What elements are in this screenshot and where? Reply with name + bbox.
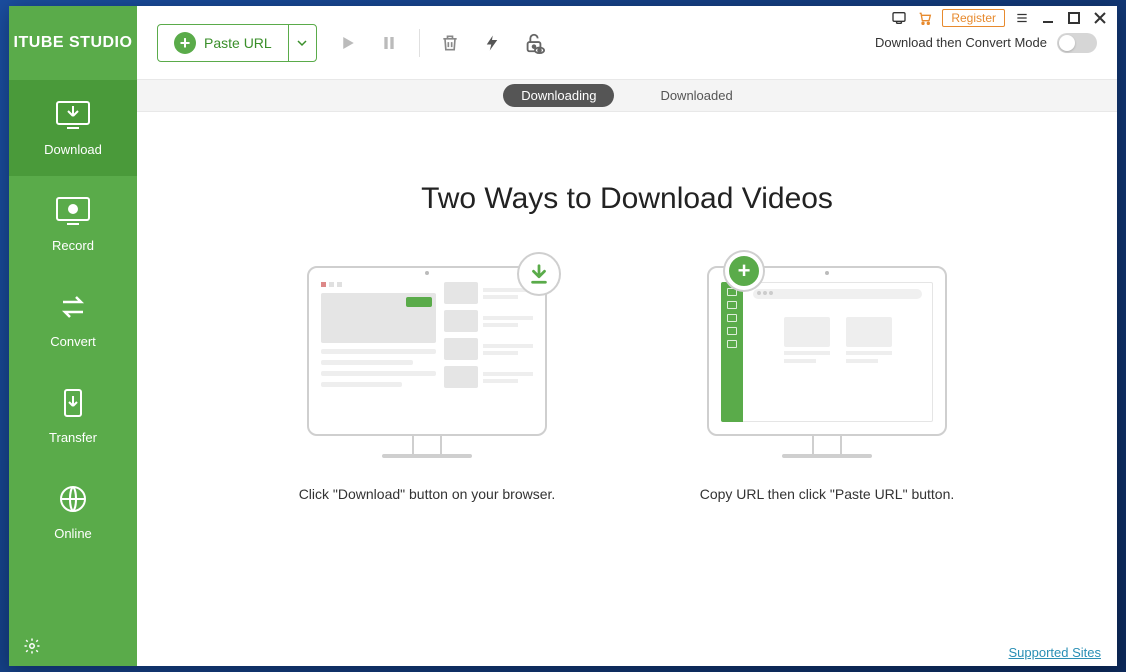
play-button[interactable] — [335, 31, 359, 55]
paste-url-button[interactable]: + Paste URL — [158, 25, 288, 61]
unlock-icon — [523, 32, 545, 54]
footer: Supported Sites — [137, 638, 1117, 666]
register-button[interactable]: Register — [942, 9, 1005, 27]
sidebar-settings[interactable] — [9, 626, 137, 666]
gear-icon — [23, 637, 41, 655]
method-b-text: Copy URL then click "Paste URL" button. — [700, 484, 955, 505]
convert-mode-label: Download then Convert Mode — [875, 35, 1047, 50]
menu-icon[interactable] — [1013, 9, 1031, 27]
sidebar-item-download[interactable]: Download — [9, 80, 137, 176]
tab-downloading[interactable]: Downloading — [503, 84, 614, 107]
method-paste-url: + Copy URL then click "Paste URL" button… — [697, 266, 957, 505]
pause-icon — [381, 34, 397, 52]
convert-mode-toggle[interactable] — [1057, 33, 1097, 53]
supported-sites-link[interactable]: Supported Sites — [1008, 645, 1101, 660]
paste-url-dropdown[interactable] — [288, 25, 316, 61]
sidebar-item-transfer[interactable]: Transfer — [9, 368, 137, 464]
tab-downloaded[interactable]: Downloaded — [642, 84, 750, 107]
content-area: Two Ways to Download Videos — [137, 112, 1117, 638]
headline: Two Ways to Download Videos — [421, 182, 833, 216]
cart-icon[interactable] — [916, 9, 934, 27]
method-browser: Click "Download" button on your browser. — [297, 266, 557, 505]
sidebar-item-record[interactable]: Record — [9, 176, 137, 272]
online-icon — [55, 484, 91, 514]
minimize-button[interactable] — [1039, 9, 1057, 27]
separator — [419, 29, 420, 57]
titlebar: Register — [882, 6, 1117, 30]
illustration-monitor-a — [307, 266, 547, 436]
sidebar-item-label: Online — [54, 526, 92, 541]
plus-badge-icon: + — [725, 252, 763, 290]
sidebar: ITUBE STUDIO Download Record Convert Tra… — [9, 6, 137, 666]
methods-row: Click "Download" button on your browser. — [297, 266, 957, 505]
sidebar-item-label: Download — [44, 142, 102, 157]
privacy-button[interactable] — [522, 31, 546, 55]
sidebar-item-label: Transfer — [49, 430, 97, 445]
paste-url-group: + Paste URL — [157, 24, 317, 62]
sidebar-item-label: Convert — [50, 334, 96, 349]
chevron-down-icon — [297, 38, 307, 48]
record-icon — [55, 196, 91, 226]
tabs: Downloading Downloaded — [137, 80, 1117, 112]
close-button[interactable] — [1091, 9, 1109, 27]
delete-button[interactable] — [438, 31, 462, 55]
app-window: Register ITUBE STUDIO Download Record — [9, 6, 1117, 666]
download-icon — [55, 100, 91, 130]
brand-title: ITUBE STUDIO — [9, 6, 137, 80]
sidebar-item-online[interactable]: Online — [9, 464, 137, 560]
play-icon — [338, 34, 356, 52]
paste-url-label: Paste URL — [204, 35, 272, 51]
sidebar-item-convert[interactable]: Convert — [9, 272, 137, 368]
plus-icon: + — [174, 32, 196, 54]
bolt-icon — [483, 32, 501, 54]
transfer-icon — [55, 388, 91, 418]
trash-icon — [440, 33, 460, 53]
pause-button[interactable] — [377, 31, 401, 55]
sidebar-item-label: Record — [52, 238, 94, 253]
method-a-text: Click "Download" button on your browser. — [299, 484, 556, 505]
maximize-button[interactable] — [1065, 9, 1083, 27]
convert-icon — [55, 292, 91, 322]
feedback-icon[interactable] — [890, 9, 908, 27]
turbo-button[interactable] — [480, 31, 504, 55]
main-area: + Paste URL — [137, 6, 1117, 666]
download-badge-icon — [517, 252, 561, 296]
illustration-monitor-b — [707, 266, 947, 436]
